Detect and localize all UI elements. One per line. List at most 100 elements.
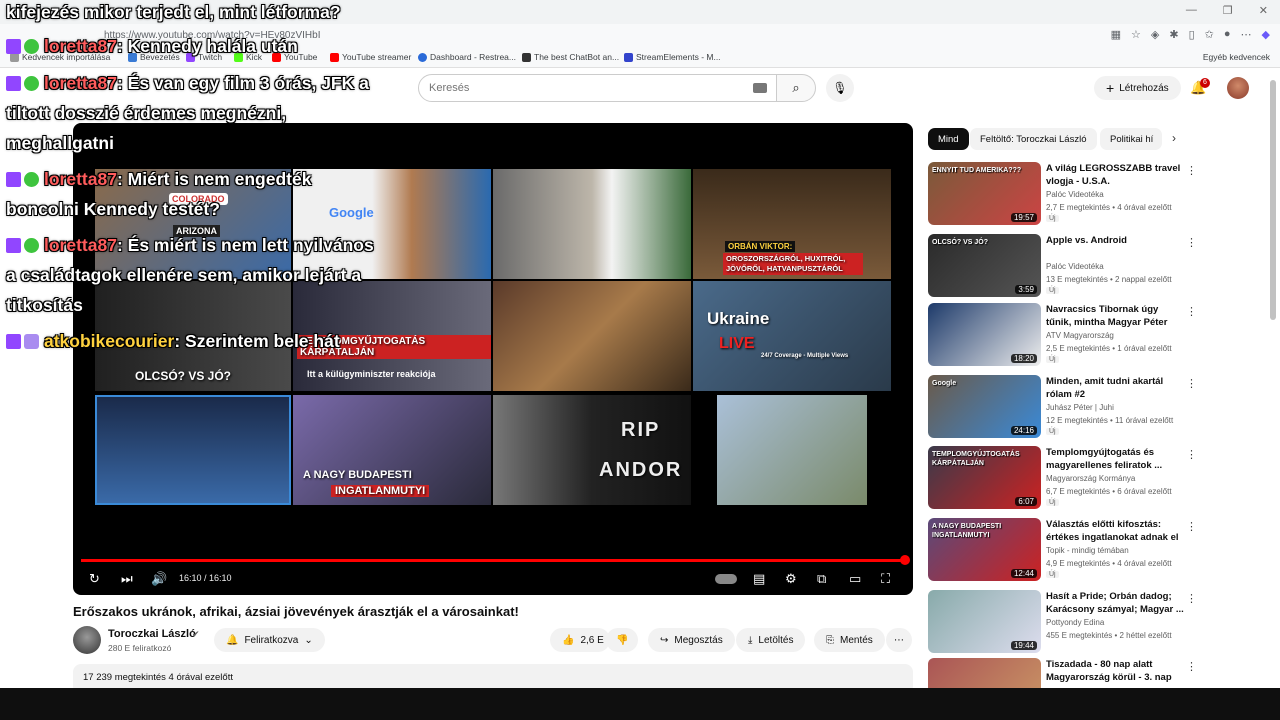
channel-avatar[interactable] — [73, 626, 101, 654]
progress-bar[interactable] — [81, 555, 910, 565]
endscreen-video[interactable]: ORBÁN VIKTOR: OROSZORSZÁGRÓL, HUXITRÓL, … — [693, 169, 891, 279]
recommended-video[interactable]: Tiszadada - 80 nap alatt Magyarország kö… — [928, 658, 1272, 688]
extensions-icon[interactable]: ✱ — [1169, 28, 1178, 41]
replay-icon[interactable]: ↻ — [89, 571, 100, 587]
more-icon[interactable]: ⋮ — [1186, 305, 1197, 318]
channel-name[interactable]: Palóc Videotéka — [1046, 262, 1104, 271]
bookmark-item[interactable]: Dashboard - Restrea... — [418, 52, 516, 62]
save-button[interactable]: ⎘ Mentés — [814, 628, 885, 652]
tab-grid-icon[interactable]: ▦ — [1111, 28, 1121, 41]
channel-name[interactable]: Juhász Péter | Juhi — [1046, 403, 1114, 412]
miniplayer-icon[interactable]: ⧉ — [817, 571, 826, 587]
favorites-icon[interactable]: ✩ — [1205, 28, 1214, 41]
minimize-icon[interactable]: — — [1186, 4, 1197, 17]
recommended-video[interactable]: OLCSÓ? VS JÓ? 3:59 Apple vs. Android Palóc … — [928, 234, 1272, 298]
recommended-video[interactable]: A NAGY BUDAPESTI INGATLANMUTYI 12:44 Válas… — [928, 518, 1272, 582]
search-button[interactable]: ⌕ — [776, 74, 816, 102]
video-title[interactable]: Választás előtti kifosztás: értékes inga… — [1046, 518, 1184, 544]
channel-name[interactable]: Pottyondy Edina — [1046, 618, 1104, 627]
channel-name[interactable]: Topik - mindig témában — [1046, 546, 1129, 555]
copilot-icon[interactable]: ◆ — [1262, 28, 1270, 41]
more-icon[interactable]: ⋮ — [1186, 164, 1197, 177]
create-button[interactable]: + Létrehozás — [1094, 76, 1181, 100]
video-thumbnail[interactable]: 19:44 — [928, 590, 1041, 653]
endscreen-video[interactable] — [95, 395, 291, 505]
video-thumbnail[interactable]: OLCSÓ? VS JÓ? 3:59 — [928, 234, 1041, 297]
channel-name[interactable]: Magyarország Kormánya — [1046, 474, 1135, 483]
channel-name[interactable]: Toroczkai László — [108, 628, 196, 640]
chip-all[interactable]: Mind — [928, 128, 969, 150]
video-thumbnail[interactable]: Google 24:16 — [928, 375, 1041, 438]
video-thumbnail[interactable]: ENNYIT TUD AMERIKA??? 19:57 — [928, 162, 1041, 225]
autoplay-toggle[interactable] — [715, 574, 737, 584]
video-title[interactable]: A világ LEGROSSZABB travel vlogja - U.S.… — [1046, 162, 1184, 188]
shield-icon[interactable]: ◈ — [1151, 28, 1159, 41]
avatar[interactable] — [1227, 77, 1249, 99]
chip-uploader[interactable]: Feltöltő: Toroczkai László — [970, 128, 1097, 150]
close-icon[interactable]: ✕ — [1259, 4, 1268, 17]
video-title[interactable]: Navracsics Tibornak úgy tűnik, mintha Ma… — [1046, 303, 1184, 329]
chat-text: tiltott dosszié érdemes megnézni, — [6, 103, 287, 123]
share-button[interactable]: ↪ Megosztás — [648, 628, 735, 652]
recommended-video[interactable]: ENNYIT TUD AMERIKA??? 19:57 A világ LEGROS… — [928, 162, 1272, 226]
more-actions-button[interactable]: ⋯ — [886, 628, 912, 652]
channel-name[interactable]: ATV Magyarország — [1046, 331, 1114, 340]
video-thumbnail[interactable]: TEMPLOMGYÚJTOGATÁS KÁRPÁTALJÁN 6:07 — [928, 446, 1041, 509]
subscriber-count: 280 E feliratkozó — [108, 643, 172, 653]
chevron-right-icon[interactable]: › — [1172, 131, 1176, 145]
theater-mode-icon[interactable]: ▭ — [849, 571, 861, 587]
like-button[interactable]: 👍 2,6 E — [550, 628, 610, 652]
settings-icon[interactable]: ⚙ — [785, 571, 797, 587]
more-icon[interactable]: ⋮ — [1186, 448, 1197, 461]
scrubber-handle[interactable] — [900, 555, 910, 565]
recommended-video[interactable]: 19:44 Hasít a Pride; Orbán dadog; Karácso… — [928, 590, 1272, 654]
endscreen-video[interactable]: Ukraine LIVE 24/7 Coverage - Multiple Vi… — [693, 281, 891, 391]
endscreen-video[interactable] — [493, 281, 691, 391]
bookmark-item[interactable]: The best ChatBot an... — [522, 52, 619, 62]
bookmark-item[interactable]: StreamElements - M... — [624, 52, 721, 62]
voice-search-button[interactable]: 🎙 — [826, 74, 854, 102]
star-icon[interactable]: ☆ — [1131, 28, 1141, 41]
more-icon[interactable]: ⋮ — [1186, 520, 1197, 533]
profile-icon[interactable]: ● — [1224, 28, 1231, 41]
endscreen-video[interactable] — [717, 395, 867, 505]
keyboard-icon[interactable] — [753, 83, 767, 93]
video-title[interactable]: Templomgyújtogatás és magyarellenes feli… — [1046, 446, 1184, 472]
video-title[interactable]: Tiszadada - 80 nap alatt Magyarország kö… — [1046, 658, 1184, 684]
more-icon[interactable]: ⋮ — [1186, 236, 1197, 249]
channel-name[interactable]: Palóc Videotéka — [1046, 190, 1104, 199]
endscreen-video[interactable]: A NAGY BUDAPESTI INGATLANMUTYI — [293, 395, 491, 505]
tile-label: ANDOR — [599, 459, 683, 481]
video-thumbnail[interactable]: 18:20 — [928, 303, 1041, 366]
more-icon[interactable]: ⋮ — [1186, 660, 1197, 673]
thumbnail-text: TEMPLOMGYÚJTOGATÁS KÁRPÁTALJÁN — [932, 451, 1020, 467]
video-thumbnail[interactable] — [928, 658, 1041, 688]
chip-politics[interactable]: Politikai hí — [1100, 128, 1162, 150]
split-screen-icon[interactable]: ▯ — [1189, 28, 1195, 41]
video-thumbnail[interactable]: A NAGY BUDAPESTI INGATLANMUTYI 12:44 — [928, 518, 1041, 581]
more-icon[interactable]: ⋮ — [1186, 592, 1197, 605]
more-icon[interactable]: ⋮ — [1186, 377, 1197, 390]
subtitles-icon[interactable]: ▤ — [753, 571, 765, 587]
description-box[interactable]: 17 239 megtekintés 4 órával ezelőtt — [73, 664, 913, 688]
next-icon[interactable]: ⏭ — [121, 571, 133, 587]
video-title[interactable]: Minden, amit tudni akartál rólam #2 — [1046, 375, 1184, 401]
scrollbar[interactable] — [1270, 80, 1276, 320]
dislike-button[interactable]: 👎 — [606, 628, 639, 652]
more-icon[interactable]: ⋯ — [1241, 28, 1252, 41]
recommended-video[interactable]: 18:20 Navracsics Tibornak úgy tűnik, mint… — [928, 303, 1272, 367]
recommended-video[interactable]: TEMPLOMGYÚJTOGATÁS KÁRPÁTALJÁN 6:07 Templo… — [928, 446, 1272, 510]
download-button[interactable]: ⤓ Letöltés — [736, 628, 806, 652]
endscreen-video[interactable]: RIP ANDOR — [493, 395, 691, 505]
endscreen-video[interactable] — [493, 169, 691, 279]
maximize-icon[interactable]: ❐ — [1223, 4, 1233, 17]
other-bookmarks[interactable]: Egyéb kedvencek — [1203, 52, 1270, 62]
bookmark-item[interactable]: YouTube streamer — [330, 52, 411, 62]
fullscreen-icon[interactable]: ⛶ — [881, 571, 890, 587]
recommended-video[interactable]: Google 24:16 Minden, amit tudni akartál ró… — [928, 375, 1272, 439]
search-input[interactable] — [419, 75, 739, 101]
subscribe-button[interactable]: 🔔 Feliratkozva ⌄ — [214, 628, 325, 652]
video-title[interactable]: Apple vs. Android — [1046, 234, 1184, 247]
volume-icon[interactable]: 🔊 — [151, 571, 167, 587]
video-title[interactable]: Hasít a Pride; Orbán dadog; Karácsony sz… — [1046, 590, 1184, 616]
